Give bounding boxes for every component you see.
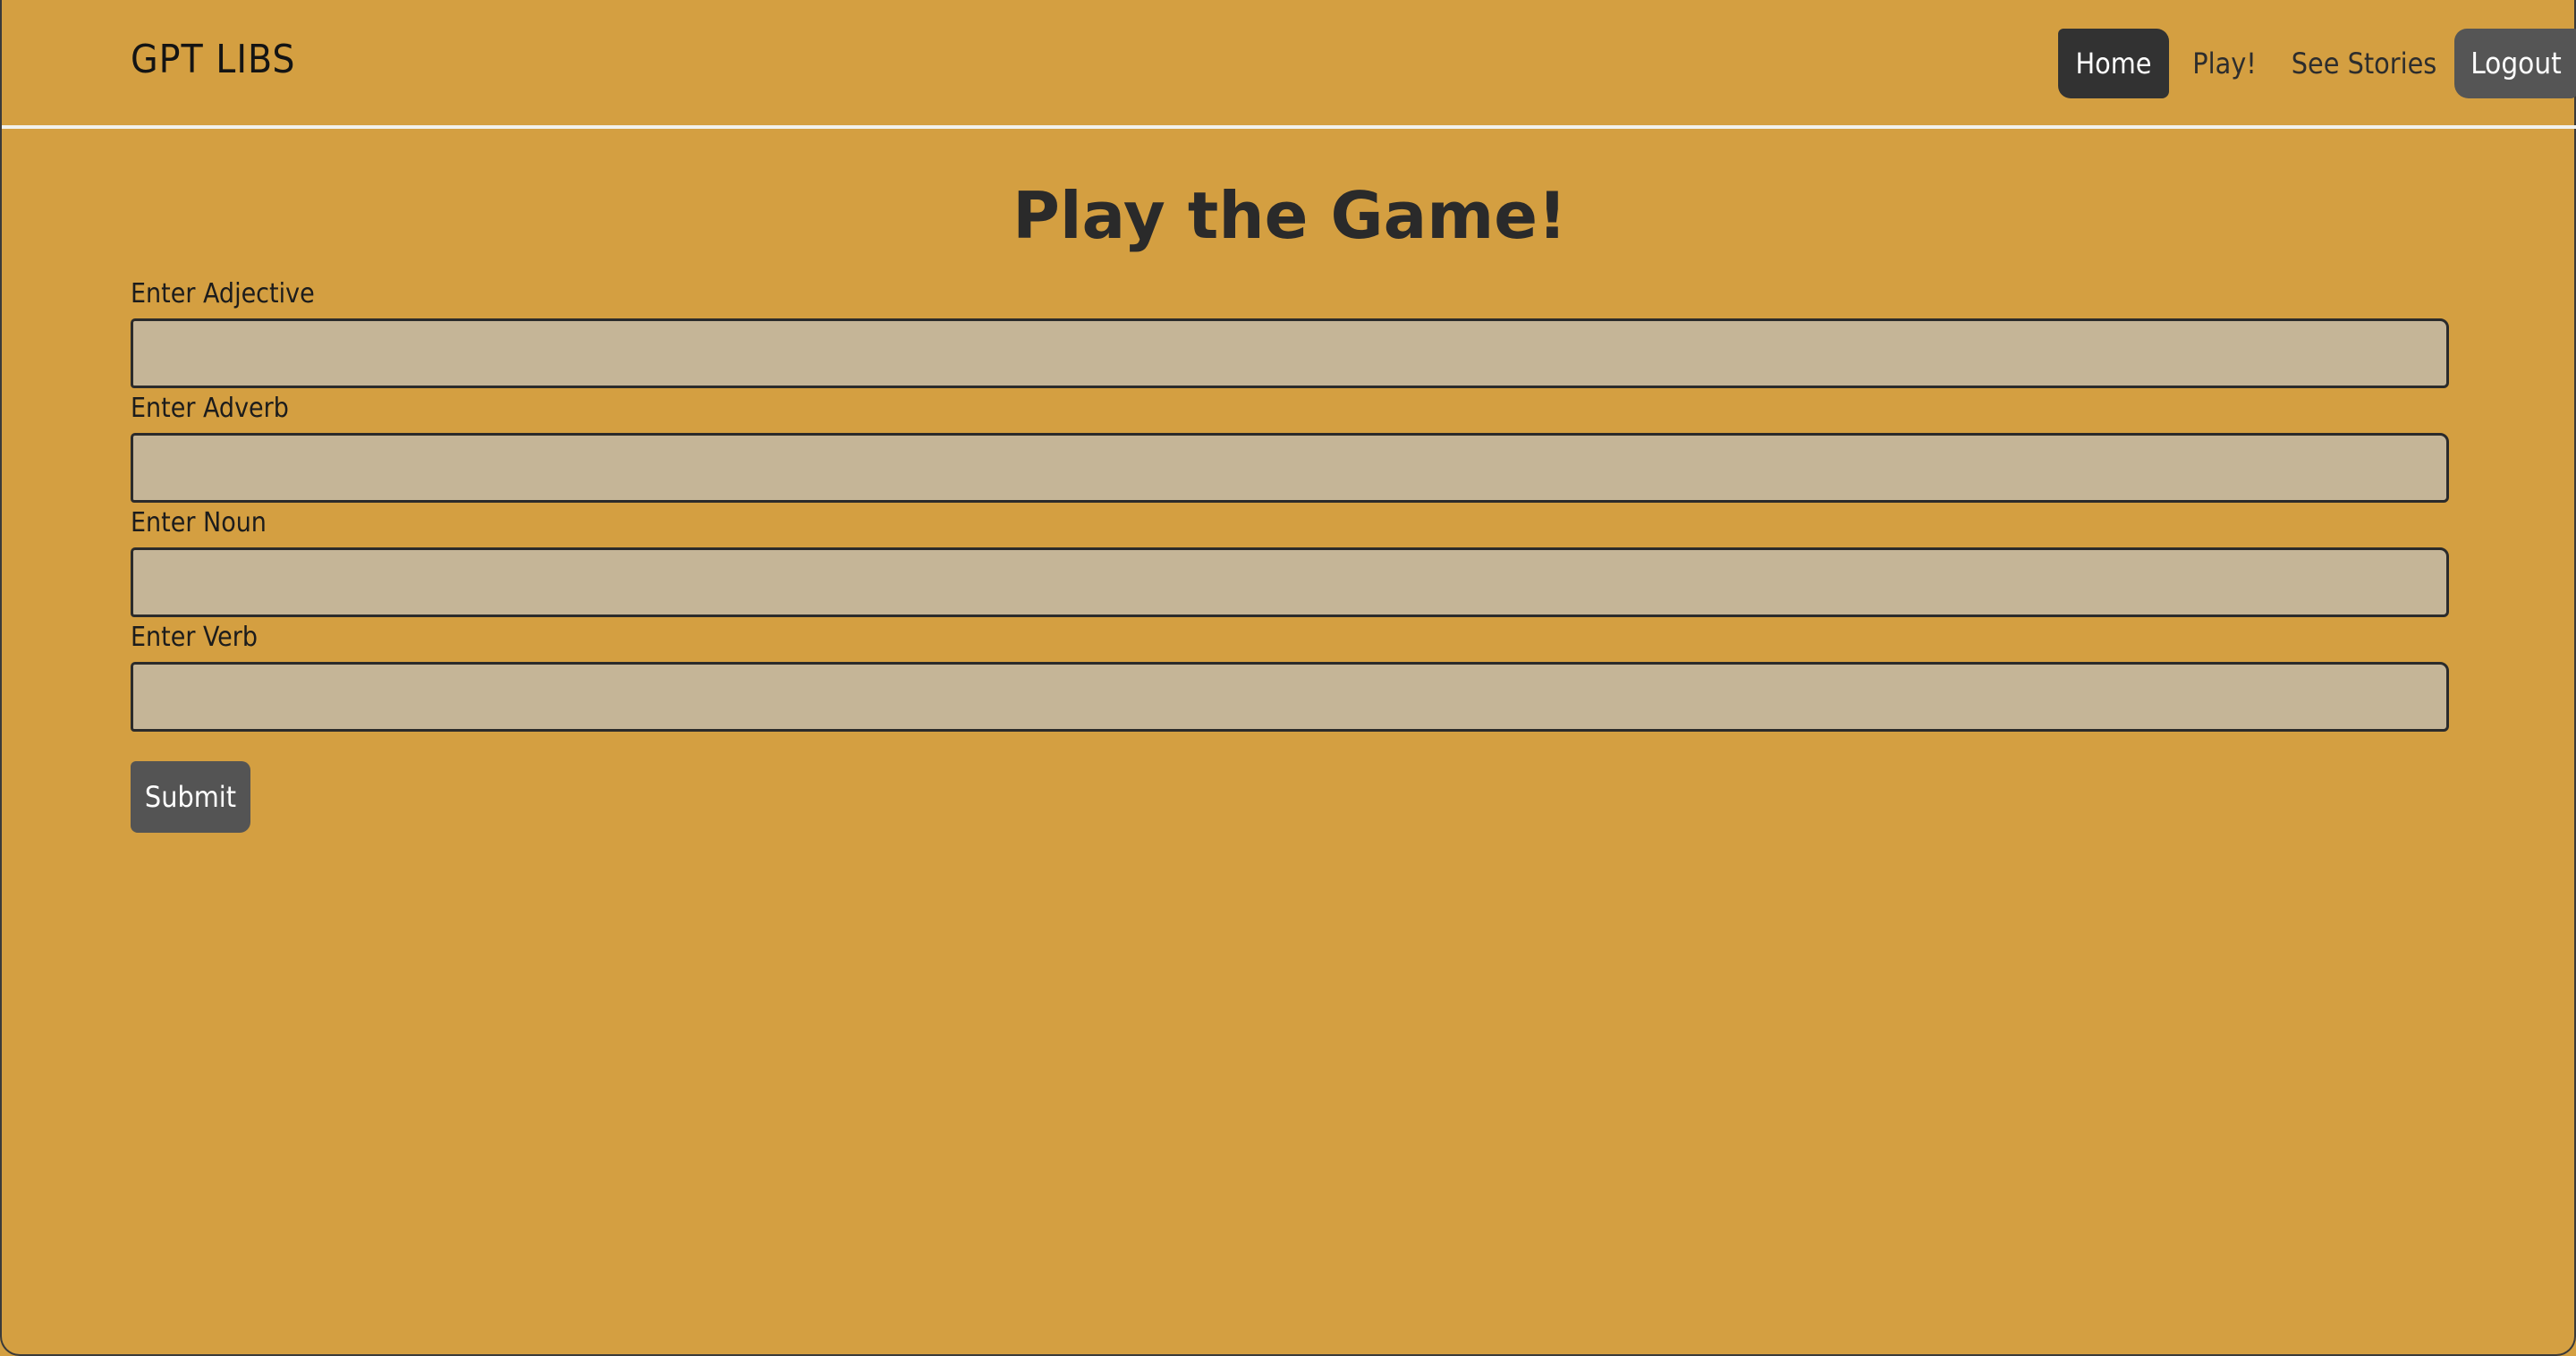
app-page: GPT LIBS Home Play! See Stories Logout P… <box>0 0 2576 1356</box>
adjective-label: Enter Adjective <box>131 278 315 309</box>
page-title: Play the Game! <box>1013 178 1567 253</box>
verb-input[interactable] <box>131 662 2449 732</box>
noun-input[interactable] <box>131 547 2449 617</box>
adverb-label: Enter Adverb <box>131 393 289 424</box>
noun-label: Enter Noun <box>131 507 267 538</box>
verb-label: Enter Verb <box>131 622 258 653</box>
logout-button[interactable]: Logout <box>2454 29 2576 98</box>
nav-see-stories-link[interactable]: See Stories <box>2288 29 2440 98</box>
nav-play-link[interactable]: Play! <box>2182 29 2267 98</box>
brand-logo[interactable]: GPT LIBS <box>131 34 296 86</box>
adjective-input[interactable] <box>131 318 2449 388</box>
submit-button[interactable]: Submit <box>131 761 250 833</box>
adverb-input[interactable] <box>131 433 2449 503</box>
nav-home-link[interactable]: Home <box>2058 29 2169 98</box>
top-navbar: GPT LIBS Home Play! See Stories Logout <box>2 0 2576 129</box>
